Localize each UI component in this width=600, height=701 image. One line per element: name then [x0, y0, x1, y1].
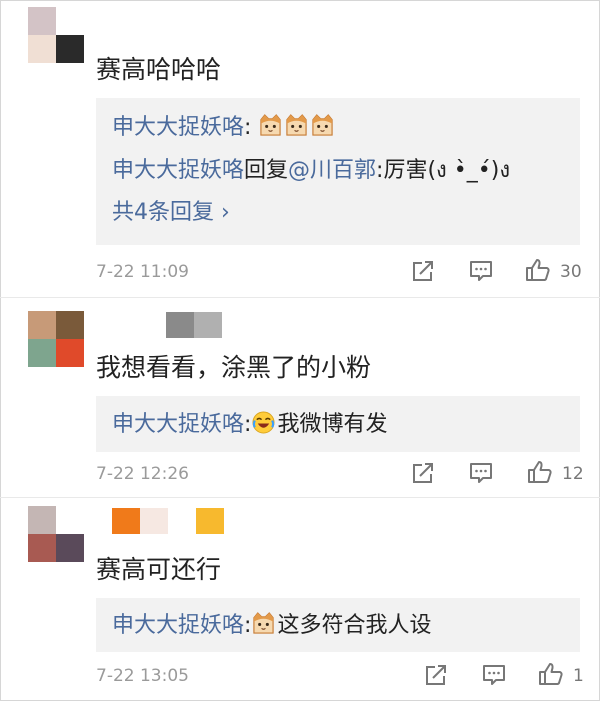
comment-item: 赛高可还行 申大大捉妖咯: 这多符合我人设 7-22 13:05 1	[0, 0, 600, 701]
timestamp: 7-22 13:05	[96, 666, 189, 686]
comment-icon[interactable]	[481, 662, 507, 688]
username-redacted[interactable]	[112, 508, 224, 534]
comment-text: 赛高可还行	[96, 555, 222, 584]
avatar[interactable]	[28, 506, 84, 562]
reply-line: 申大大捉妖咯: 这多符合我人设	[112, 612, 432, 638]
share-icon[interactable]	[423, 662, 449, 688]
thumbs-up-icon[interactable]	[538, 661, 564, 687]
reply-username[interactable]: 申大大捉妖咯	[112, 613, 244, 638]
reply-box[interactable]: 申大大捉妖咯: 这多符合我人设	[96, 598, 580, 652]
reply-body: 这多符合我人设	[277, 613, 432, 638]
cat-face-icon	[251, 612, 276, 635]
like-count: 1	[573, 666, 584, 686]
